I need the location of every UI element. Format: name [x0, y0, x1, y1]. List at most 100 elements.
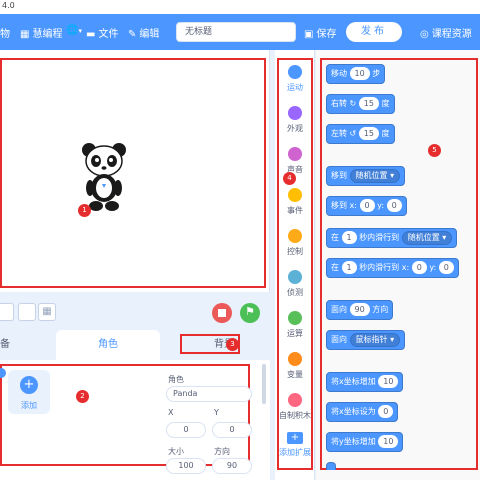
block-point-direction-input[interactable]: 90	[349, 303, 370, 316]
publish-button[interactable]: 发布	[346, 22, 402, 42]
small-stage-button[interactable]	[0, 303, 14, 321]
control-dot-icon	[288, 229, 302, 243]
layout-toggle-icon[interactable]	[18, 303, 36, 321]
block-turn-left-input[interactable]: 15	[358, 127, 379, 140]
block-glide-to-mid: 秒内滑行到	[359, 233, 400, 242]
category-my-blocks-label: 自制积木	[279, 411, 311, 420]
chevron-down-icon: ▾	[78, 27, 82, 35]
dropdown-arrow-icon: ▾	[390, 170, 395, 180]
add-extension-label: 添加扩展	[279, 448, 311, 457]
save-button[interactable]: ▣ 保存	[304, 25, 336, 40]
block-turn-right[interactable]: 右转 ↻ 15 度	[326, 94, 395, 114]
annotation-badge-1: 1	[78, 204, 91, 217]
block-glide-to-secs[interactable]: 1	[341, 231, 357, 244]
category-sound[interactable]: 声音	[275, 147, 315, 175]
sprite-name-field[interactable]: Panda	[166, 386, 252, 402]
block-move-steps[interactable]: 移动 10 步	[326, 64, 386, 84]
panda-sprite[interactable]	[80, 140, 128, 214]
block-turn-right-input[interactable]: 15	[358, 97, 379, 110]
block-turn-left[interactable]: 左转 ↺ 15 度	[326, 124, 395, 144]
block-turn-right-unit: 度	[381, 99, 390, 108]
stage[interactable]: 1	[0, 50, 270, 292]
block-change-y[interactable]: 将y坐标增加 10	[326, 432, 404, 452]
category-sensing[interactable]: 侦测	[275, 270, 315, 298]
annotation-badge-3: 3	[226, 338, 239, 351]
block-change-x-label: 将x坐标增加	[331, 377, 376, 386]
block-glide-to-dropdown-value: 随机位置	[407, 232, 440, 242]
lightbulb-icon: ◎	[420, 29, 429, 40]
category-my-blocks[interactable]: 自制积木	[275, 393, 315, 421]
category-control[interactable]: 控制	[275, 229, 315, 257]
stop-icon	[218, 309, 226, 317]
block-goto-xy[interactable]: 移到 x: 0 y: 0	[326, 196, 407, 216]
block-glide-xy-ylabel: y:	[429, 263, 437, 272]
green-flag-button[interactable]: ⚑	[240, 303, 260, 323]
block-change-x-input[interactable]: 10	[378, 375, 399, 388]
block-goto-xy-y[interactable]: 0	[386, 199, 402, 212]
sprite-tabs: 备 角色 背景 3	[0, 330, 270, 360]
size-field[interactable]: 100	[166, 458, 206, 474]
add-sprite-button[interactable]: + 添加	[8, 370, 50, 414]
category-sensing-label: 侦测	[287, 288, 303, 297]
annotation-badge-2: 2	[76, 390, 89, 403]
block-point-direction[interactable]: 面向 90 方向	[326, 300, 394, 320]
block-move-input[interactable]: 10	[349, 67, 370, 80]
block-turn-right-label: 右转	[331, 99, 347, 108]
block-glide-xy-x[interactable]: 0	[411, 261, 427, 274]
operators-dot-icon	[288, 311, 302, 325]
x-field[interactable]: 0	[166, 422, 206, 438]
stop-button[interactable]	[212, 303, 232, 323]
sprite-panel-scrollbar[interactable]	[262, 364, 266, 404]
menu-item-file[interactable]: ▬ 文件	[86, 25, 118, 40]
block-change-y-input[interactable]: 10	[378, 435, 399, 448]
course-resources-button[interactable]: ◎ 课程资源	[420, 25, 472, 40]
x-label: X	[168, 408, 174, 417]
block-glide-to[interactable]: 在 1 秒内滑行到 随机位置 ▾	[326, 228, 458, 248]
category-variables[interactable]: 变量	[275, 352, 315, 380]
grid-icon: ▦	[20, 29, 30, 40]
block-goto-label: 移到	[331, 171, 347, 180]
menu-item-edit[interactable]: ✎ 编辑	[128, 25, 159, 40]
block-goto-dropdown[interactable]: 随机位置 ▾	[349, 168, 401, 183]
variables-dot-icon	[288, 352, 302, 366]
y-field[interactable]: 0	[212, 422, 252, 438]
block-glide-xy-label: 在	[331, 263, 339, 272]
block-turn-left-unit: 度	[381, 129, 390, 138]
plus-icon: +	[20, 376, 38, 394]
direction-field[interactable]: 90	[212, 458, 252, 474]
category-motion-label: 运动	[287, 83, 303, 92]
block-point-towards-dropdown-value: 鼠标指针	[355, 334, 388, 344]
block-goto[interactable]: 移到 随机位置 ▾	[326, 166, 406, 186]
menu-item-edit-label: 编辑	[139, 29, 160, 40]
project-title-input[interactable]: 无标题	[176, 22, 296, 42]
block-goto-xy-x[interactable]: 0	[359, 199, 375, 212]
stage-controls: ▦ ⚑	[0, 298, 270, 328]
block-glide-to-dropdown[interactable]: 随机位置 ▾	[401, 230, 453, 245]
block-glide-xy-mid: 秒内滑行到 x:	[359, 263, 410, 272]
block-set-x-input[interactable]: 0	[378, 405, 394, 418]
block-glide-xy-y[interactable]: 0	[438, 261, 454, 274]
grid-view-icon[interactable]: ▦	[38, 303, 56, 321]
block-glide-xy[interactable]: 在 1 秒内滑行到 x: 0 y: 0	[326, 258, 459, 278]
block-set-x[interactable]: 将x坐标设为 0	[326, 402, 399, 422]
tab-sprites[interactable]: 角色	[56, 330, 160, 360]
menu-item-device[interactable]: 物	[0, 25, 10, 40]
language-menu[interactable]: 🌐▾	[66, 25, 82, 36]
tab-devices[interactable]: 备	[0, 330, 54, 360]
block-glide-xy-secs[interactable]: 1	[341, 261, 357, 274]
category-motion[interactable]: 运动	[275, 65, 315, 93]
category-operators[interactable]: 运算	[275, 311, 315, 339]
block-move-label: 移动	[331, 69, 347, 78]
block-turn-left-label: 左转	[331, 129, 347, 138]
block-point-towards[interactable]: 面向 鼠标指针 ▾	[326, 330, 406, 350]
category-events[interactable]: 事件	[275, 188, 315, 216]
block-partial[interactable]	[326, 462, 336, 470]
category-looks[interactable]: 外观	[275, 106, 315, 134]
add-extension-button[interactable]: + 添加扩展	[275, 432, 315, 458]
menu-item-mblock[interactable]: ▦ 慧编程	[20, 25, 62, 40]
block-change-x[interactable]: 将x坐标增加 10	[326, 372, 404, 392]
block-point-towards-dropdown[interactable]: 鼠标指针 ▾	[349, 332, 401, 347]
looks-dot-icon	[288, 106, 302, 120]
window-title-bar: 4.0	[0, 0, 480, 14]
block-point-direction-label: 面向	[331, 305, 347, 314]
